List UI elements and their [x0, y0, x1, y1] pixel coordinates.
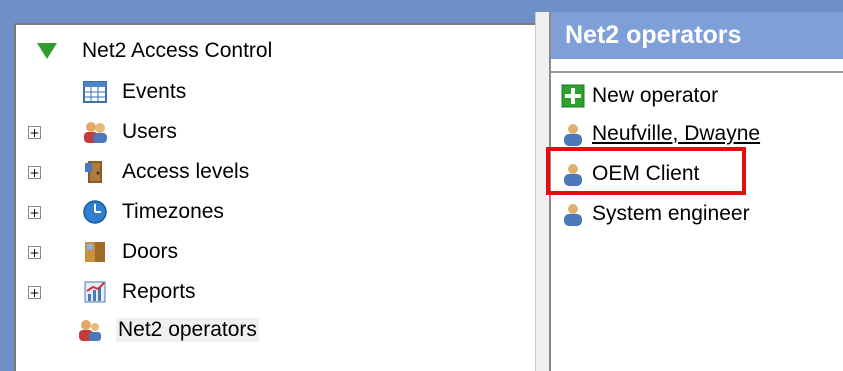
doors-icon — [82, 239, 108, 265]
tree-item-reports[interactable]: Reports — [82, 276, 196, 308]
tree-item-label: Access levels — [122, 160, 250, 183]
tree-item-label: Users — [122, 120, 177, 143]
expand-reports-button[interactable]: + — [28, 286, 41, 299]
operators-list: New operator Neufville, Dwayne OEM Clien… — [551, 71, 843, 371]
panel-title: Net2 operators — [551, 12, 843, 59]
clock-icon — [82, 199, 108, 225]
operators-icon — [76, 317, 102, 343]
tree-root-label: Net2 Access Control — [82, 39, 273, 62]
tree-item-label: Doors — [122, 240, 179, 263]
navigation-tree[interactable]: Net2 Access Control Events + Users + Acc… — [14, 23, 535, 371]
tree-item-net2-operators[interactable]: Net2 operators — [76, 314, 259, 346]
list-item-label: System engineer — [592, 202, 750, 225]
tree-item-access-levels[interactable]: Access levels — [82, 156, 249, 188]
tree-item-label: Reports — [122, 280, 196, 303]
reports-icon — [82, 279, 108, 305]
events-grid-icon — [82, 79, 108, 105]
list-item-label: New operator — [592, 84, 719, 107]
operator-icon — [561, 122, 585, 146]
window-top-bar — [0, 0, 843, 12]
highlight-annotation-box — [546, 147, 746, 195]
tree-item-label: Timezones — [122, 200, 224, 223]
tree-root-net2-access-control[interactable]: Net2 Access Control — [36, 35, 272, 67]
list-item-new-operator[interactable]: New operator — [561, 81, 718, 111]
list-item-operator[interactable]: System engineer — [561, 199, 750, 229]
tree-item-timezones[interactable]: Timezones — [82, 196, 224, 228]
tree-item-events[interactable]: Events — [82, 76, 186, 108]
access-levels-icon — [82, 159, 108, 185]
add-icon — [561, 84, 585, 108]
expand-timezones-button[interactable]: + — [28, 206, 41, 219]
expand-doors-button[interactable]: + — [28, 246, 41, 259]
tree-item-label: Events — [122, 80, 187, 103]
operator-icon — [561, 202, 585, 226]
expand-users-button[interactable]: + — [28, 126, 41, 139]
list-item-label: Neufville, Dwayne — [592, 122, 761, 145]
list-item-operator[interactable]: Neufville, Dwayne — [561, 119, 760, 149]
expand-access-levels-button[interactable]: + — [28, 166, 41, 179]
tree-item-users[interactable]: Users — [82, 116, 177, 148]
tree-item-doors[interactable]: Doors — [82, 236, 178, 268]
triangle-expanded-icon[interactable] — [36, 40, 58, 62]
tree-item-label: Net2 operators — [116, 318, 259, 342]
users-icon — [82, 119, 108, 145]
